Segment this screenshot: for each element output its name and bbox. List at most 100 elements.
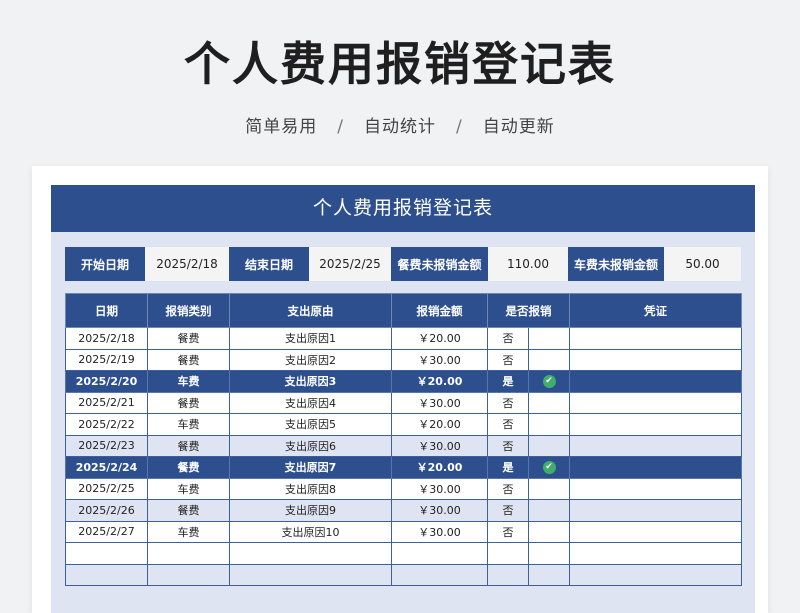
cell-reason[interactable]: 支出原因7	[229, 456, 392, 479]
cell-reimbursed[interactable]: 否	[487, 477, 529, 500]
cell-amount[interactable]: ￥30.00	[391, 499, 488, 522]
cell-amount[interactable]: ￥20.00	[391, 327, 488, 350]
column-header-reimbursed[interactable]: 是否报销	[487, 293, 570, 328]
cell-check[interactable]	[528, 499, 570, 522]
cell-reimbursed[interactable]	[487, 542, 529, 565]
cell-date[interactable]: 2025/2/27	[65, 520, 148, 543]
cell-date[interactable]: 2025/2/25	[65, 477, 148, 500]
cell-amount[interactable]: ￥20.00	[391, 370, 488, 393]
cell-reimbursed[interactable]: 是	[487, 456, 529, 479]
cell-check[interactable]	[528, 348, 570, 371]
cell-voucher[interactable]	[569, 327, 742, 350]
column-header-amount[interactable]: 报销金额	[391, 293, 488, 328]
cell-amount[interactable]	[391, 563, 488, 586]
cell-voucher[interactable]	[569, 434, 742, 457]
column-header-reason[interactable]: 支出原由	[229, 293, 392, 328]
cell-reimbursed[interactable]: 否	[487, 413, 529, 436]
table-row[interactable]: 2025/2/26 餐费 支出原因9 ￥30.00 否	[65, 499, 742, 522]
start-date-value[interactable]: 2025/2/18	[145, 247, 229, 281]
table-row[interactable]: 2025/2/22 车费 支出原因5 ￥20.00 否	[65, 413, 742, 436]
cell-reimbursed[interactable]: 否	[487, 327, 529, 350]
cell-reimbursed[interactable]: 是	[487, 370, 529, 393]
cell-category[interactable]: 餐费	[147, 456, 230, 479]
cell-reason[interactable]: 支出原因8	[229, 477, 392, 500]
cell-date[interactable]	[65, 563, 148, 586]
cell-reimbursed[interactable]: 否	[487, 499, 529, 522]
cell-date[interactable]: 2025/2/24	[65, 456, 148, 479]
table-row[interactable]: 2025/2/24 餐费 支出原因7 ￥20.00 是 ✔	[65, 456, 742, 479]
cell-check[interactable]	[528, 520, 570, 543]
cell-check[interactable]	[528, 542, 570, 565]
cell-amount[interactable]: ￥30.00	[391, 520, 488, 543]
cell-reason[interactable]: 支出原因3	[229, 370, 392, 393]
cell-reason[interactable]: 支出原因4	[229, 391, 392, 414]
cell-date[interactable]: 2025/2/26	[65, 499, 148, 522]
cell-category[interactable]	[147, 563, 230, 586]
cell-voucher[interactable]	[569, 370, 742, 393]
cell-voucher[interactable]	[569, 348, 742, 371]
cell-check[interactable]	[528, 327, 570, 350]
cell-date[interactable]: 2025/2/19	[65, 348, 148, 371]
cell-date[interactable]: 2025/2/20	[65, 370, 148, 393]
cell-voucher[interactable]	[569, 563, 742, 586]
table-row[interactable]: 2025/2/20 车费 支出原因3 ￥20.00 是 ✔	[65, 370, 742, 393]
cell-check[interactable]: ✔	[528, 456, 570, 479]
cell-date[interactable]: 2025/2/21	[65, 391, 148, 414]
cell-reason[interactable]: 支出原因1	[229, 327, 392, 350]
table-row[interactable]: 2025/2/19 餐费 支出原因2 ￥30.00 否	[65, 348, 742, 371]
table-row[interactable]: 2025/2/23 餐费 支出原因6 ￥30.00 否	[65, 434, 742, 457]
cell-voucher[interactable]	[569, 542, 742, 565]
cell-amount[interactable]: ￥30.00	[391, 348, 488, 371]
cell-amount[interactable]: ￥30.00	[391, 434, 488, 457]
cell-reimbursed[interactable]: 否	[487, 520, 529, 543]
cell-category[interactable]	[147, 542, 230, 565]
cell-amount[interactable]: ￥20.00	[391, 456, 488, 479]
cell-reason[interactable]: 支出原因2	[229, 348, 392, 371]
cell-date[interactable]	[65, 542, 148, 565]
table-row[interactable]	[65, 563, 742, 586]
cell-category[interactable]: 车费	[147, 520, 230, 543]
end-date-value[interactable]: 2025/2/25	[309, 247, 391, 281]
cell-category[interactable]: 车费	[147, 477, 230, 500]
cell-category[interactable]: 餐费	[147, 434, 230, 457]
table-row[interactable]: 2025/2/25 车费 支出原因8 ￥30.00 否	[65, 477, 742, 500]
cell-reason[interactable]	[229, 563, 392, 586]
cell-voucher[interactable]	[569, 413, 742, 436]
cell-reimbursed[interactable]	[487, 563, 529, 586]
cell-check[interactable]: ✔	[528, 370, 570, 393]
cell-voucher[interactable]	[569, 391, 742, 414]
cell-amount[interactable]	[391, 542, 488, 565]
cell-reimbursed[interactable]: 否	[487, 391, 529, 414]
cell-reason[interactable]: 支出原因6	[229, 434, 392, 457]
column-header-voucher[interactable]: 凭证	[569, 293, 742, 328]
cell-check[interactable]	[528, 413, 570, 436]
cell-check[interactable]	[528, 391, 570, 414]
cell-reason[interactable]: 支出原因9	[229, 499, 392, 522]
cell-check[interactable]	[528, 563, 570, 586]
cell-category[interactable]: 车费	[147, 413, 230, 436]
table-row[interactable]: 2025/2/27 车费 支出原因10 ￥30.00 否	[65, 520, 742, 543]
cell-date[interactable]: 2025/2/23	[65, 434, 148, 457]
cell-voucher[interactable]	[569, 499, 742, 522]
cell-reason[interactable]: 支出原因10	[229, 520, 392, 543]
cell-category[interactable]: 车费	[147, 370, 230, 393]
cell-check[interactable]	[528, 477, 570, 500]
cell-category[interactable]: 餐费	[147, 348, 230, 371]
cell-reimbursed[interactable]: 否	[487, 348, 529, 371]
cell-reason[interactable]: 支出原因5	[229, 413, 392, 436]
table-row[interactable]: 2025/2/21 餐费 支出原因4 ￥30.00 否	[65, 391, 742, 414]
cell-category[interactable]: 餐费	[147, 499, 230, 522]
table-row[interactable]	[65, 542, 742, 565]
cell-voucher[interactable]	[569, 456, 742, 479]
cell-category[interactable]: 餐费	[147, 391, 230, 414]
cell-reimbursed[interactable]: 否	[487, 434, 529, 457]
cell-reason[interactable]	[229, 542, 392, 565]
cell-amount[interactable]: ￥30.00	[391, 391, 488, 414]
column-header-date[interactable]: 日期	[65, 293, 148, 328]
cell-category[interactable]: 餐费	[147, 327, 230, 350]
cell-date[interactable]: 2025/2/18	[65, 327, 148, 350]
cell-check[interactable]	[528, 434, 570, 457]
cell-voucher[interactable]	[569, 477, 742, 500]
cell-voucher[interactable]	[569, 520, 742, 543]
cell-amount[interactable]: ￥20.00	[391, 413, 488, 436]
